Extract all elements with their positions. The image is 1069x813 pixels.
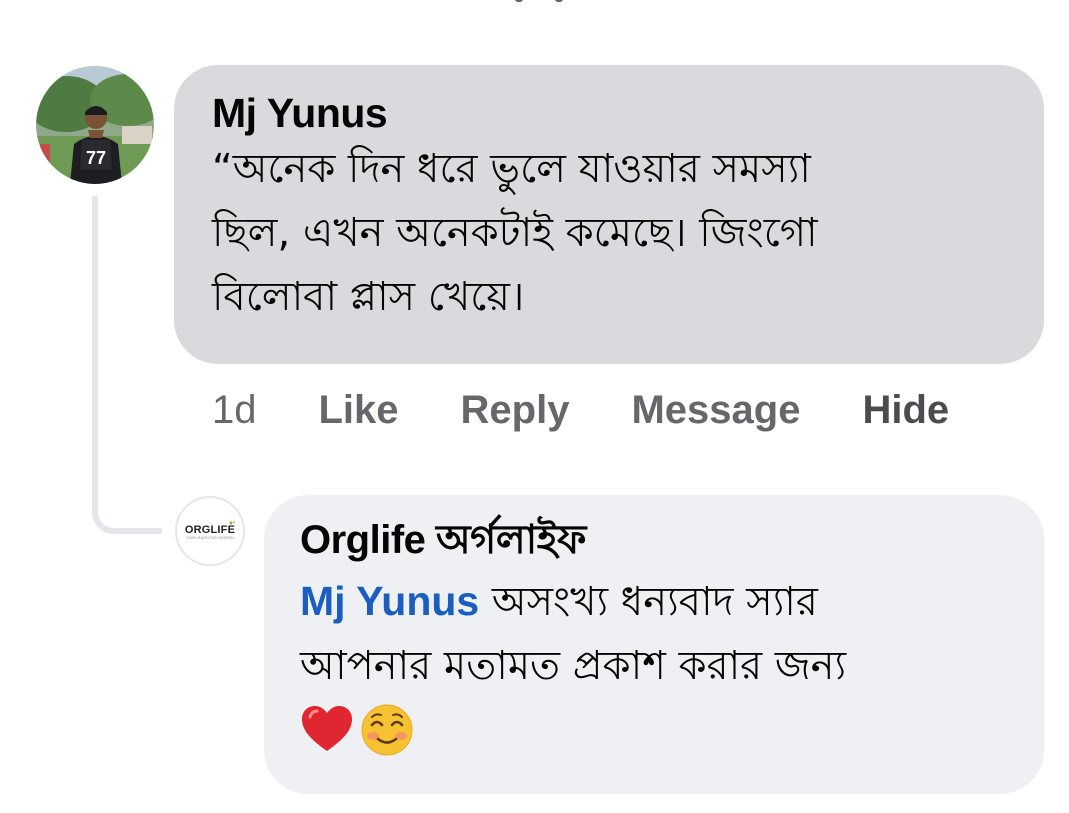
comment-thread: 77 Mj Yunus “অনেক দিন ধরে ভুলে যাওয়ার স… <box>0 0 1069 813</box>
svg-text:77: 77 <box>86 148 106 168</box>
comment-timestamp[interactable]: 1d <box>212 388 257 433</box>
thread-connector <box>92 196 162 534</box>
comment-author[interactable]: Mj Yunus <box>212 89 1006 137</box>
comment-text: “অনেক দিন ধরে ভুলে যাওয়ার সমস্যা ছিল, এ… <box>212 146 818 320</box>
message-button[interactable]: Message <box>631 388 800 433</box>
reply-button[interactable]: Reply <box>461 388 570 433</box>
mention-link[interactable]: Mj Yunus <box>300 578 479 624</box>
page-avatar[interactable]: ORGLIFE YOUR HEALTH OUR CONCERN <box>175 496 245 566</box>
reply-bubble[interactable]: Orglife অর্গলাইফ Mj Yunus অসংখ্য ধন্যবাদ… <box>264 495 1044 794</box>
emoji-row <box>300 698 1008 762</box>
smiling-face-icon <box>361 704 413 756</box>
like-button[interactable]: Like <box>319 388 399 433</box>
reply-text: Mj Yunus অসংখ্য ধন্যবাদ স্যার আপনার মতাম… <box>300 569 1008 698</box>
comment-actions: 1d Like Reply Message Hide <box>212 385 949 435</box>
svg-text:YOUR HEALTH OUR CONCERN: YOUR HEALTH OUR CONCERN <box>186 536 234 540</box>
comment-bubble[interactable]: Mj Yunus “অনেক দিন ধরে ভুলে যাওয়ার সমস্… <box>174 65 1044 364</box>
avatar[interactable]: 77 <box>36 66 154 184</box>
avatar-photo: 77 <box>36 66 154 184</box>
cutoff-glyph <box>505 0 565 4</box>
svg-text:ORGLIFE: ORGLIFE <box>185 524 235 536</box>
reply-author[interactable]: Orglife অর্গলাইফ <box>300 517 1008 563</box>
hide-button[interactable]: Hide <box>862 388 949 433</box>
orglife-logo: ORGLIFE YOUR HEALTH OUR CONCERN <box>185 521 235 540</box>
heart-icon <box>302 706 352 751</box>
